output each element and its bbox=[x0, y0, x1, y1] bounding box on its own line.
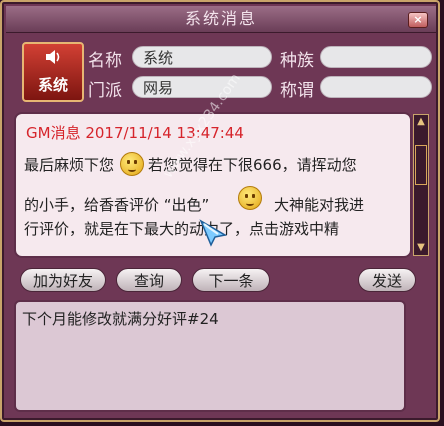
faction-field: 网易 bbox=[132, 76, 272, 98]
smiley-icon bbox=[238, 186, 262, 210]
message-input[interactable]: 下个月能修改就满分好评#24 bbox=[14, 300, 406, 412]
system-message-window: 系统消息 × 系统 名称 系统 种族 门派 网易 称谓 GM消息 2017/11… bbox=[0, 0, 440, 422]
system-emblem: 系统 bbox=[22, 42, 84, 102]
emblem-label: 系统 bbox=[37, 76, 68, 94]
send-button[interactable]: 发送 bbox=[358, 268, 416, 292]
smiley-icon bbox=[120, 152, 144, 176]
add-friend-button[interactable]: 加为好友 bbox=[20, 268, 106, 292]
message-scrollbar[interactable]: ▲ ▼ bbox=[413, 114, 429, 256]
message-line-3: 行评价，就是在下最大的动力了，点击游戏中精 bbox=[24, 220, 340, 238]
next-button[interactable]: 下一条 bbox=[192, 268, 270, 292]
message-input-text: 下个月能修改就满分好评#24 bbox=[22, 310, 219, 328]
title-label: 称谓 bbox=[280, 81, 314, 101]
scroll-up-icon[interactable]: ▲ bbox=[414, 115, 428, 129]
query-button[interactable]: 查询 bbox=[116, 268, 182, 292]
race-field bbox=[320, 46, 432, 68]
title-bar[interactable]: 系统消息 × bbox=[6, 6, 436, 33]
message-line-2b: 大神能对我进 bbox=[274, 196, 365, 214]
cursor-icon bbox=[199, 219, 228, 247]
window-title: 系统消息 bbox=[184, 9, 257, 28]
name-label: 名称 bbox=[88, 51, 122, 71]
race-label: 种族 bbox=[280, 51, 314, 71]
speaker-icon bbox=[46, 50, 60, 64]
message-line-1a: 最后麻烦下您 bbox=[24, 156, 115, 174]
name-field: 系统 bbox=[132, 46, 272, 68]
close-button[interactable]: × bbox=[408, 12, 428, 28]
title-field bbox=[320, 76, 432, 98]
message-line-2a: 的小手，给香香评价 “出色” bbox=[24, 196, 210, 214]
scroll-down-icon[interactable]: ▼ bbox=[414, 241, 428, 255]
scroll-thumb[interactable] bbox=[415, 145, 427, 185]
faction-label: 门派 bbox=[88, 81, 122, 101]
